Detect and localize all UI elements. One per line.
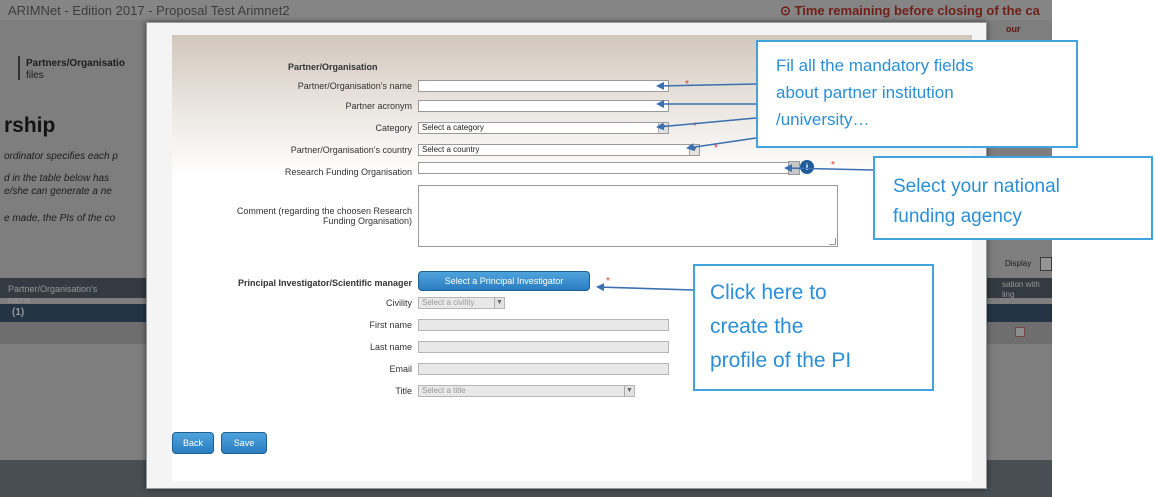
callout-pi-line3: profile of the PI [710,349,852,372]
title-select: Select a title ▼ [418,385,635,397]
save-button[interactable]: Save [221,432,267,454]
required-mark: * [693,121,697,132]
comment-textarea[interactable] [418,185,838,247]
callout-mandatory-fields: Fil all the mandatory fields about partn… [756,40,1078,148]
callout-pi-line1: Click here to [710,281,827,304]
civility-select-value: Select a civility [422,298,475,307]
back-button[interactable]: Back [172,432,214,454]
category-label: Category [375,123,412,133]
callout-create-pi: Click here to create the profile of the … [693,264,934,391]
resize-handle[interactable] [829,238,836,245]
lastname-label: Last name [369,342,412,352]
category-select[interactable]: Select a category ▼ [418,122,669,134]
callout-funding-agency: Select your national funding agency [873,156,1153,240]
country-label: Partner/Organisation's country [290,145,412,155]
section-title: Partner/Organisation [288,62,378,72]
info-icon[interactable]: i [800,160,814,174]
pi-label: Principal Investigator/Scientific manage… [237,278,412,288]
required-mark: * [714,143,718,154]
required-mark: * [685,79,689,90]
comment-label: Comment (regarding the choosen Research … [237,206,412,226]
country-select[interactable]: Select a country ▼ [418,144,700,156]
rfo-label: Research Funding Organisation [284,167,412,177]
callout-pi-line2: create the [710,315,804,338]
email-label: Email [389,364,412,374]
name-label: Partner/Organisation's name [297,81,412,91]
select-pi-button[interactable]: Select a Principal Investigator [418,271,590,291]
comment-label-line1: Comment (regarding the choosen Research [236,206,412,216]
country-select-value: Select a country [422,145,480,154]
title-select-value: Select a title [422,386,466,395]
email-input [418,363,669,375]
required-mark: * [606,276,610,287]
chevron-down-icon: ▼ [624,386,634,396]
comment-label-line2: Funding Organisation) [322,216,412,226]
callout-mandatory-line2: about partner institution [776,83,954,102]
required-mark: * [831,160,835,171]
firstname-label: First name [369,320,412,330]
rfo-dropdown-button[interactable] [788,161,800,175]
callout-mandatory-line3: /university… [776,110,870,129]
rfo-input[interactable] [418,162,789,174]
callout-funding-line2: funding agency [893,206,1022,227]
chevron-down-icon: ▼ [658,123,668,133]
callout-mandatory-line1: Fil all the mandatory fields [776,56,974,75]
first-name-input [418,319,669,331]
acronym-label: Partner acronym [345,101,412,111]
chevron-down-icon: ▼ [689,145,699,155]
callout-funding-line1: Select your national [893,176,1060,197]
chevron-down-icon: ▼ [494,298,504,308]
partner-acronym-input[interactable] [418,100,669,112]
title-label: Title [395,386,412,396]
civility-label: Civility [386,298,412,308]
last-name-input [418,341,669,353]
partner-name-input[interactable] [418,80,669,92]
civility-select: Select a civility ▼ [418,297,505,309]
category-select-value: Select a category [422,123,484,132]
